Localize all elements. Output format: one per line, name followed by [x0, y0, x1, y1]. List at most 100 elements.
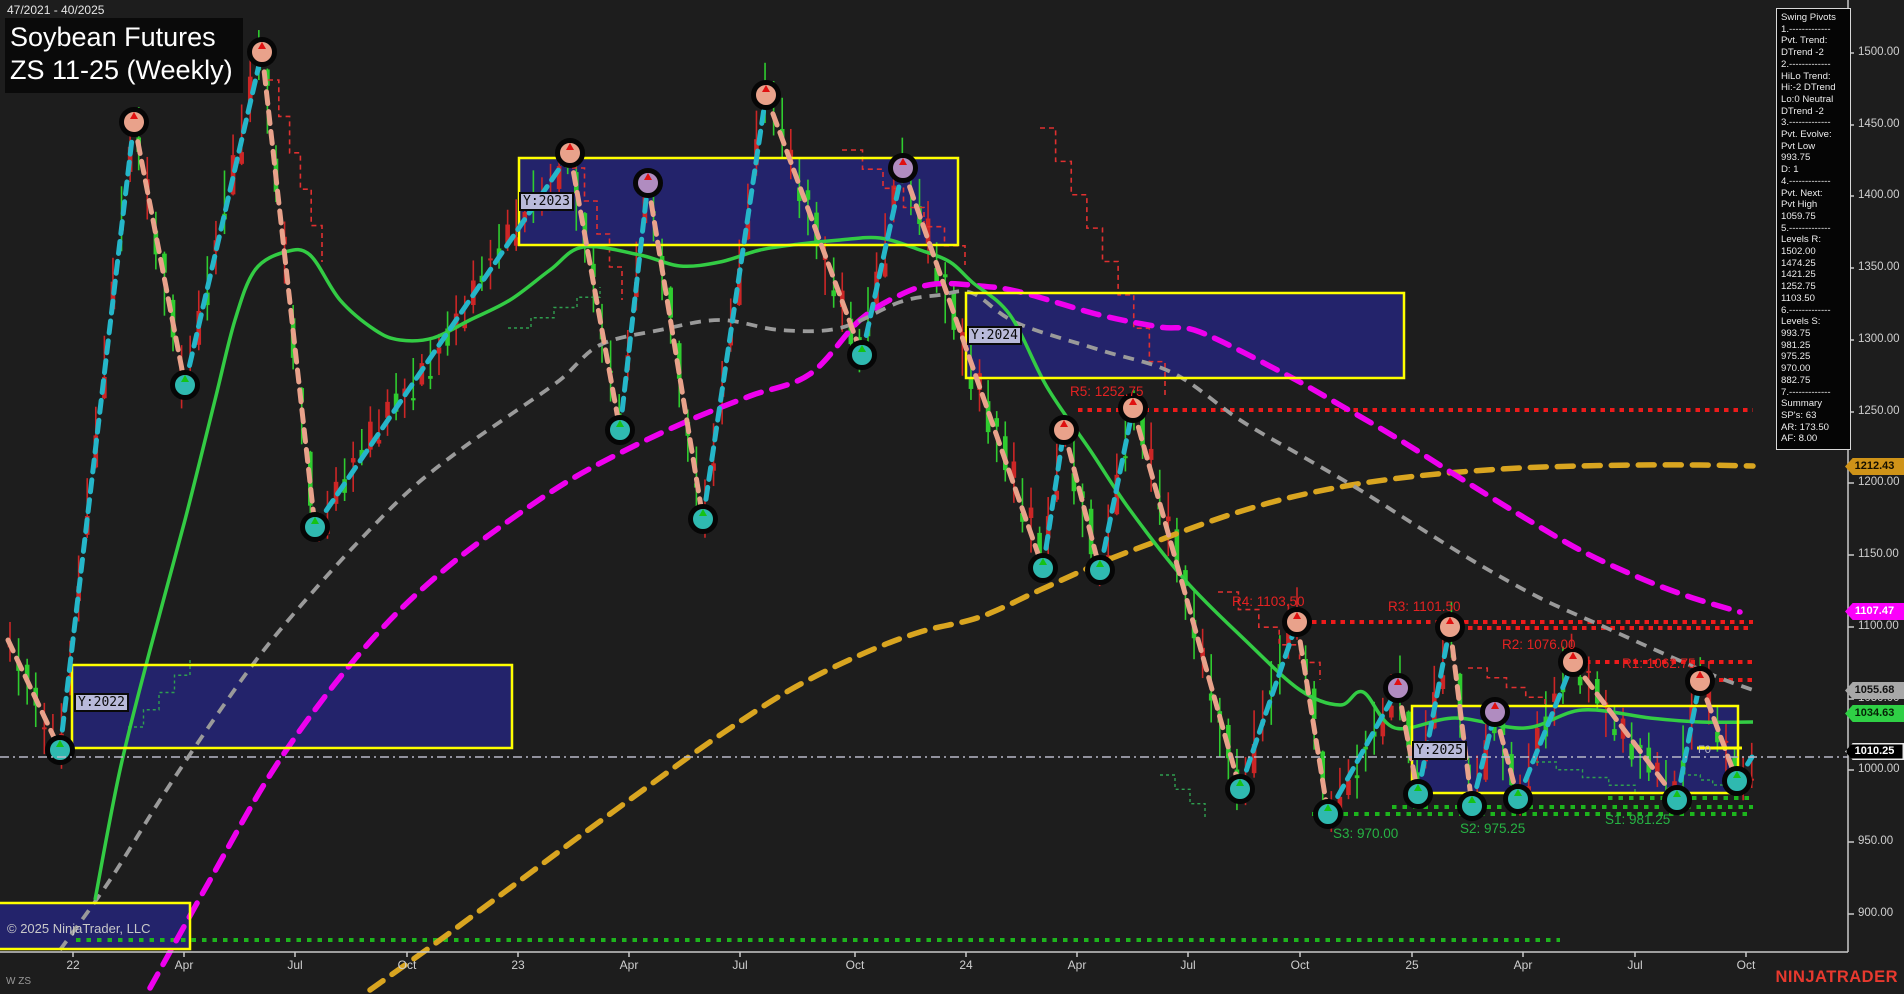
year-box-label[interactable]: Y:2024 — [967, 326, 1022, 345]
price-axis-label: 1350.00 — [1858, 261, 1900, 273]
pivot-high-marker[interactable] — [250, 40, 275, 65]
swing-pivots-panel-line: Pvt. Trend: — [1781, 35, 1850, 47]
swing-pivots-panel-line: Pvt. Next: — [1781, 188, 1850, 200]
swing-leg — [262, 52, 315, 527]
pivot-high-marker[interactable] — [1688, 669, 1713, 694]
resistance-label: R3: 1101.50 — [1388, 599, 1461, 614]
swing-pivots-panel-line: Summary — [1781, 398, 1850, 410]
pivot-high-marker[interactable] — [1285, 610, 1310, 635]
time-axis-label: Oct — [1291, 958, 1310, 972]
pivot-high-marker[interactable] — [1483, 700, 1508, 725]
pivot-low-marker[interactable] — [1460, 794, 1485, 819]
price-axis-label: 1300.00 — [1858, 333, 1900, 345]
year-pivot-box — [966, 293, 1404, 378]
time-axis-label: Apr — [1068, 958, 1087, 972]
pivot-high-marker[interactable] — [1052, 418, 1077, 443]
swing-pivots-panel-line: DTrend -2 — [1781, 106, 1850, 118]
swing-pivots-panel-line: Pvt High — [1781, 199, 1850, 211]
swing-pivots-panel-line: 882.75 — [1781, 375, 1850, 387]
ma-magenta — [150, 283, 1740, 988]
time-axis-label: Oct — [1737, 958, 1756, 972]
swing-leg — [1240, 622, 1297, 789]
price-axis-tag: 1055.68 — [1845, 682, 1904, 699]
pivot-low-marker[interactable] — [48, 738, 73, 763]
price-axis-label: 1000.00 — [1858, 763, 1900, 775]
pivot-low-marker[interactable] — [850, 343, 875, 368]
pivot-high-marker[interactable] — [636, 171, 661, 196]
swing-pivots-panel-line: 981.25 — [1781, 340, 1850, 352]
pivot-high-marker[interactable] — [891, 156, 916, 181]
price-axis-label: 1100.00 — [1858, 620, 1899, 632]
pivot-low-marker[interactable] — [1088, 558, 1113, 583]
pivot-low-marker[interactable] — [1506, 787, 1531, 812]
time-axis-label: 25 — [1405, 958, 1418, 972]
pivot-high-marker[interactable] — [754, 83, 779, 108]
year-box-label[interactable]: Y:2023 — [519, 192, 574, 211]
contract-name: ZS 11-25 (Weekly) — [10, 54, 233, 87]
time-axis-label: Oct — [398, 958, 417, 972]
pivot-low-marker[interactable] — [173, 373, 198, 398]
pivot-high-marker[interactable] — [1121, 396, 1146, 421]
swing-pivots-panel-line: Pvt. Evolve: — [1781, 129, 1850, 141]
pivot-low-marker[interactable] — [608, 418, 633, 443]
year-box-label[interactable]: Y:2022 — [74, 693, 129, 712]
pivot-low-marker[interactable] — [1228, 777, 1253, 802]
swing-pivots-panel-line: Pvt Low — [1781, 141, 1850, 153]
pivot-high-marker[interactable] — [122, 110, 147, 135]
swing-pivots-panel-line: 1421.25 — [1781, 269, 1850, 281]
swing-pivots-panel-line: 1474.25 — [1781, 258, 1850, 270]
pivot-low-marker[interactable] — [1725, 769, 1750, 794]
pivot-low-marker[interactable] — [691, 507, 716, 532]
swing-pivots-panel-line: HiLo Trend: — [1781, 71, 1850, 83]
pivot-low-marker[interactable] — [1665, 788, 1690, 813]
current-pivot-label: F0 — [1698, 744, 1711, 756]
swing-pivots-panel-line: 1252.75 — [1781, 281, 1850, 293]
pivot-low-marker[interactable] — [1406, 782, 1431, 807]
swing-pivots-panel-line: 2.------------- — [1781, 59, 1850, 71]
swing-pivots-panel-line: AF: 8.00 — [1781, 433, 1850, 445]
resistance-label: R2: 1076.00 — [1502, 637, 1576, 652]
instrument-name: Soybean Futures — [10, 21, 233, 54]
price-axis-label: 1500.00 — [1858, 46, 1900, 58]
swing-pivots-panel-line: DTrend -2 — [1781, 47, 1850, 59]
support-label: S2: 975.25 — [1460, 821, 1525, 836]
pivot-low-marker[interactable] — [303, 515, 328, 540]
swing-leg — [185, 52, 262, 385]
pivot-high-marker[interactable] — [1386, 676, 1411, 701]
pivot-low-marker[interactable] — [1316, 802, 1341, 827]
pivot-high-marker[interactable] — [1561, 650, 1586, 675]
price-chart-canvas[interactable] — [0, 0, 1904, 994]
swing-pivots-panel-line: 1103.50 — [1781, 293, 1850, 305]
copyright-watermark: © 2025 NinjaTrader, LLC — [7, 921, 151, 936]
swing-leg — [1100, 408, 1133, 570]
pivot-trail-green — [1160, 775, 1205, 818]
price-axis-label: 1450.00 — [1858, 118, 1900, 130]
time-axis-label: Oct — [846, 958, 865, 972]
swing-pivots-panel-line: D: 1 — [1781, 164, 1850, 176]
ma-gray — [60, 291, 1753, 950]
swing-pivots-panel-line: 993.75 — [1781, 152, 1850, 164]
price-axis-label: 1200.00 — [1858, 476, 1900, 488]
price-axis-label: 1400.00 — [1858, 189, 1900, 201]
swing-leg — [134, 122, 185, 385]
statusbar-symbol: W ZS — [6, 976, 31, 987]
pivot-low-marker[interactable] — [1031, 556, 1056, 581]
resistance-label: R5: 1252.75 — [1070, 384, 1144, 399]
year-box-label[interactable]: Y:2025 — [1412, 741, 1467, 760]
swing-pivots-panel-line: 975.25 — [1781, 351, 1850, 363]
time-axis-label: Jul — [1627, 958, 1642, 972]
price-axis-label: 950.00 — [1858, 835, 1893, 847]
swing-pivots-panel-line: Swing Pivots — [1781, 12, 1850, 24]
swing-pivots-panel-line: 3.------------- — [1781, 117, 1850, 129]
swing-pivots-panel-line: Levels S: — [1781, 316, 1850, 328]
price-axis-label: 1250.00 — [1858, 405, 1900, 417]
swing-leg — [1133, 408, 1240, 789]
swing-pivots-panel-line: 4.------------- — [1781, 176, 1850, 188]
pivot-high-marker[interactable] — [558, 141, 583, 166]
swing-pivots-panel-line: 993.75 — [1781, 328, 1850, 340]
pivot-high-marker[interactable] — [1438, 615, 1463, 640]
swing-pivots-panel: Swing Pivots1.-------------Pvt. Trend:DT… — [1776, 8, 1851, 450]
time-axis-label: 24 — [959, 958, 972, 972]
resistance-label: R1: 1062.75 — [1622, 656, 1696, 671]
time-axis-label: 22 — [66, 958, 79, 972]
